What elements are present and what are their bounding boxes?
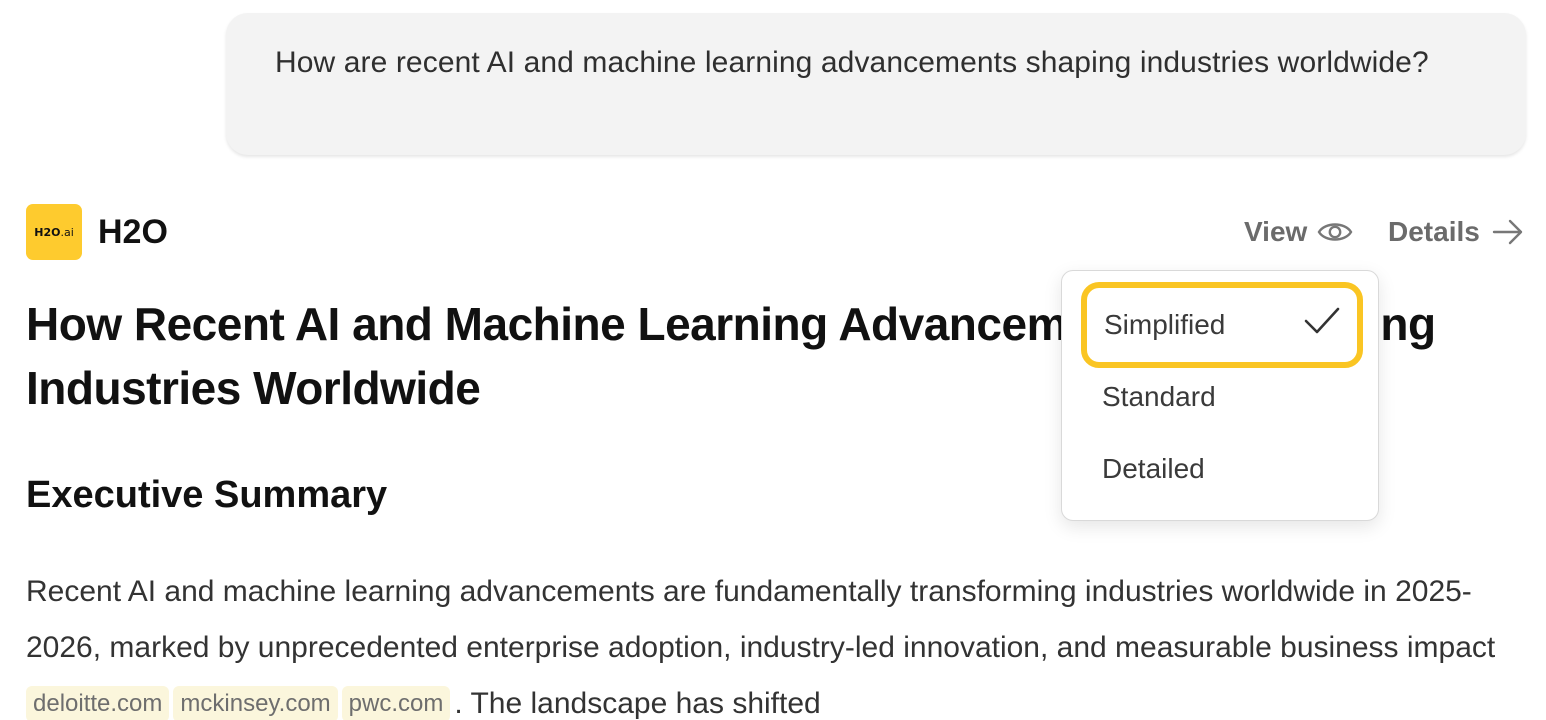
source-chip-pwc[interactable]: pwc.com (341, 686, 451, 720)
view-option-standard[interactable]: Standard (1102, 379, 1216, 415)
logo-text-bold: H2O (34, 225, 61, 239)
details-button[interactable]: Details (1388, 212, 1524, 252)
arrow-right-icon (1492, 219, 1523, 245)
h2o-logo: H2O .ai (26, 204, 82, 260)
user-prompt-text: How are recent AI and machine learning a… (275, 46, 1429, 79)
view-dropdown-menu: Simplified Standard Detailed (1061, 270, 1379, 521)
summary-paragraph: Recent AI and machine learning advanceme… (26, 564, 1526, 720)
details-label: Details (1388, 216, 1480, 247)
source-chip-mckinsey[interactable]: mckinsey.com (173, 686, 338, 720)
user-prompt-bubble: How are recent AI and machine learning a… (226, 13, 1526, 155)
view-option-detailed[interactable]: Detailed (1102, 451, 1205, 487)
assistant-name: H2O (98, 213, 168, 251)
section-heading-executive-summary: Executive Summary (26, 474, 388, 516)
paragraph-text-part1: Recent AI and machine learning advanceme… (26, 575, 1496, 664)
logo-text-suffix: .ai (60, 225, 74, 239)
view-button[interactable]: View (1244, 212, 1353, 252)
chat-page: How are recent AI and machine learning a… (0, 0, 1546, 720)
view-option-label: Simplified (1104, 309, 1226, 340)
checkmark-icon (1304, 307, 1340, 334)
view-option-simplified[interactable]: Simplified (1081, 282, 1363, 368)
eye-icon (1317, 223, 1353, 241)
source-chip-deloitte[interactable]: deloitte.com (26, 686, 170, 720)
view-label: View (1244, 216, 1308, 247)
paragraph-text-part2: . The landscape has shifted (454, 687, 821, 720)
